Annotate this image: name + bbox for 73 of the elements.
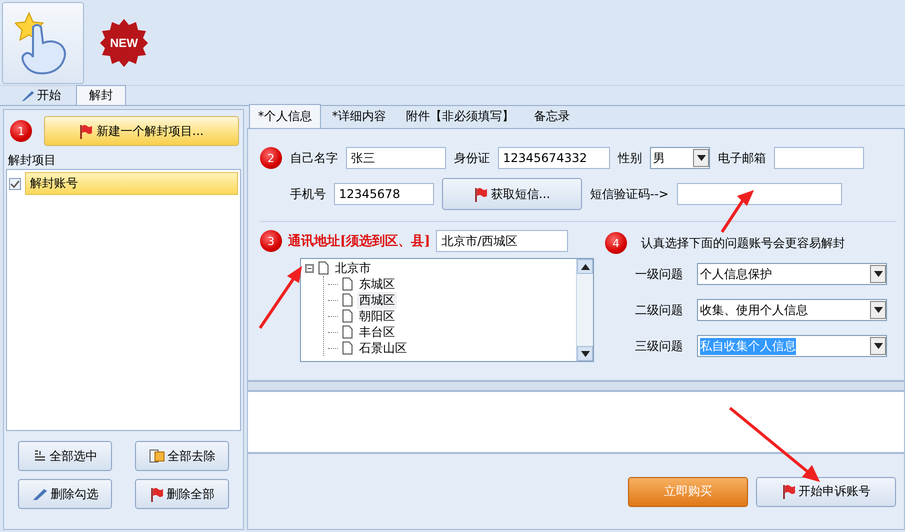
tree-item[interactable]: 朝阳区 (357, 308, 397, 324)
annotation-arrow (258, 266, 302, 329)
hint-text: 认真选择下面的问题账号会更容易解封 (641, 234, 845, 252)
list-icon (32, 449, 46, 463)
dropdown[interactable]: 收集、使用个人信息 (697, 299, 887, 321)
tab[interactable]: 附件【非必须填写】 (397, 104, 523, 128)
input-field[interactable] (676, 183, 842, 205)
input-field[interactable]: 张三 (346, 147, 446, 169)
new-badge[interactable]: NEW (98, 16, 150, 68)
tree-item[interactable]: 东城区 (357, 276, 397, 292)
scroll-down-icon (580, 350, 590, 356)
annotation-arrow (720, 190, 754, 233)
tab[interactable]: *详细内容 (323, 104, 395, 128)
input-field[interactable] (774, 147, 864, 169)
list-item[interactable]: 解封账号 (25, 172, 238, 195)
document-icon (342, 325, 353, 339)
document-icon (342, 277, 353, 291)
get-sms-button[interactable]: 获取短信... (442, 178, 582, 210)
step-badge: 2 (260, 147, 282, 169)
toolbar-button[interactable] (2, 2, 84, 84)
dropdown-arrow-icon (874, 271, 882, 277)
document-icon (342, 341, 353, 355)
document-icon (342, 293, 353, 307)
document-icon (148, 448, 164, 464)
pen-icon (32, 487, 48, 501)
tab[interactable]: 解封 (76, 85, 126, 105)
field-label: 短信验证码--> (590, 186, 669, 202)
step-badge: 3 (260, 230, 282, 252)
field-label: 一级问题 (635, 266, 683, 282)
tab[interactable]: *个人信息 (249, 104, 321, 128)
field-label: 通讯地址[须选到区、县] (288, 233, 430, 250)
toolbar-button[interactable]: 全部去除 (135, 441, 229, 471)
document-icon (342, 309, 353, 323)
field-label: 身份证 (454, 150, 490, 166)
new-project-button[interactable]: 新建一个解封项目... (44, 116, 239, 146)
pen-icon (21, 90, 35, 102)
field-label: 电子邮箱 (718, 150, 766, 166)
tree-item[interactable]: 石景山区 (357, 340, 409, 356)
dropdown-arrow-icon (696, 155, 706, 161)
field-label: 手机号 (290, 186, 326, 202)
checkbox[interactable] (9, 178, 21, 190)
action-button[interactable]: 开始申诉账号 (756, 476, 896, 506)
tree-item[interactable]: 丰台区 (357, 324, 397, 340)
field-label: 性别 (618, 150, 642, 166)
dropdown[interactable]: 男 (650, 147, 710, 169)
group-label: 解封项目 (7, 152, 57, 169)
flag-icon (150, 486, 164, 502)
step-badge: 4 (605, 232, 627, 254)
document-icon (318, 261, 329, 275)
tree-item[interactable]: 北京市 (333, 260, 373, 276)
field-label: 自己名字 (290, 150, 338, 166)
scroll-up-icon (580, 264, 590, 270)
tab[interactable]: 开始 (8, 85, 74, 105)
flag-icon (782, 484, 796, 499)
flag-icon (474, 186, 488, 202)
dropdown-arrow-icon (874, 343, 882, 349)
tab[interactable]: 备忘录 (525, 104, 579, 128)
input-field[interactable]: 12345674332 (498, 147, 610, 169)
flag-icon (79, 124, 94, 138)
toolbar-button[interactable]: 全部选中 (18, 441, 112, 471)
tree-item[interactable]: 西城区 (357, 292, 397, 308)
toolbar-button[interactable]: 删除全部 (135, 479, 229, 509)
dropdown[interactable]: 个人信息保护 (697, 263, 887, 285)
step-badge: 1 (10, 120, 32, 142)
text-area[interactable] (247, 391, 905, 453)
input-field[interactable]: 北京市/西城区 (436, 230, 568, 252)
field-label: 三级问题 (635, 338, 683, 354)
input-field[interactable]: 12345678 (334, 183, 434, 205)
scrollbar[interactable] (247, 381, 905, 391)
toolbar-button[interactable]: 删除勾选 (18, 479, 112, 509)
field-label: 二级问题 (635, 302, 683, 318)
collapse-toggle[interactable] (305, 264, 314, 272)
dropdown-arrow-icon (874, 307, 882, 313)
